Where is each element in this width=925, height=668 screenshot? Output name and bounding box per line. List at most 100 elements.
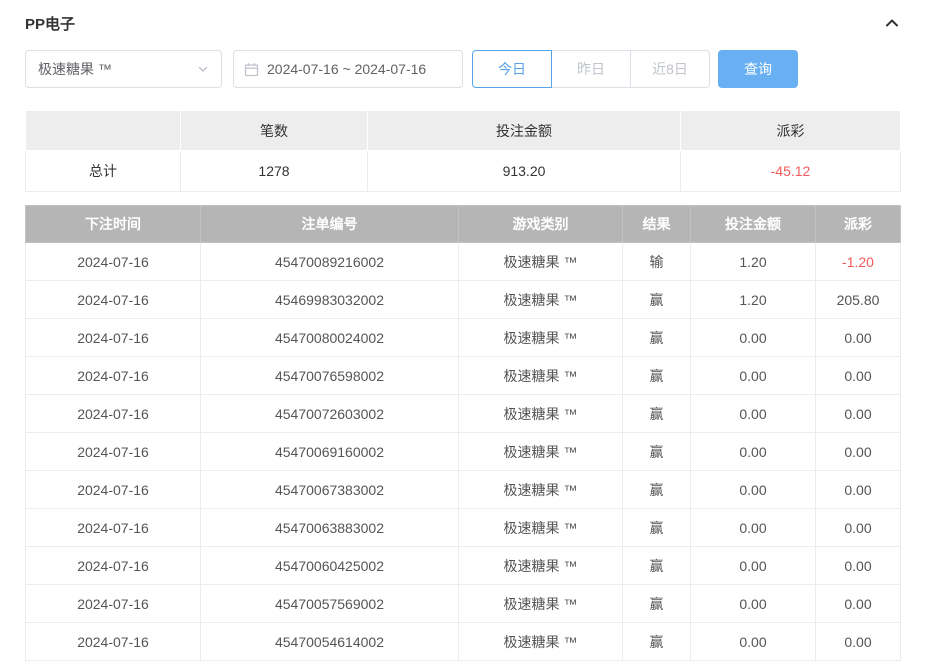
bets-table: 下注时间 注单编号 游戏类别 结果 投注金额 派彩 2024-07-164547… [25,205,901,661]
cell-bet: 0.00 [691,319,816,357]
table-row: 2024-07-1645470057569002极速糖果 ™赢0.000.00 [26,585,901,623]
game-select[interactable]: 极速糖果 ™ [25,50,222,88]
header-payout: 派彩 [816,206,901,243]
cell-payout: 0.00 [816,433,901,471]
cell-date: 2024-07-16 [26,471,201,509]
cell-result: 输 [623,243,691,281]
cell-payout: 0.00 [816,623,901,661]
cell-game: 极速糖果 ™ [459,623,623,661]
cell-game: 极速糖果 ™ [459,357,623,395]
cell-bet: 0.00 [691,433,816,471]
cell-result: 赢 [623,585,691,623]
cell-game: 极速糖果 ™ [459,243,623,281]
cell-game: 极速糖果 ™ [459,433,623,471]
header-bet-amount: 投注金额 [691,206,816,243]
last-8-days-button[interactable]: 近8日 [630,50,710,88]
cell-payout: 0.00 [816,319,901,357]
bets-header-row: 下注时间 注单编号 游戏类别 结果 投注金额 派彩 [26,206,901,243]
cell-bet: 0.00 [691,623,816,661]
cell-result: 赢 [623,281,691,319]
cell-date: 2024-07-16 [26,281,201,319]
summary-total-row: 总计 1278 913.20 -45.12 [26,151,901,192]
cell-game: 极速糖果 ™ [459,395,623,433]
cell-date: 2024-07-16 [26,433,201,471]
chevron-up-icon [884,15,900,31]
yesterday-button[interactable]: 昨日 [551,50,631,88]
calendar-icon [244,62,259,77]
cell-order_id: 45469983032002 [201,281,459,319]
today-button[interactable]: 今日 [472,50,552,88]
cell-order_id: 45470089216002 [201,243,459,281]
cell-order_id: 45470076598002 [201,357,459,395]
collapse-panel-button[interactable] [884,15,900,31]
date-range-picker[interactable]: 2024-07-16 ~ 2024-07-16 [233,50,463,88]
summary-header-count: 笔数 [181,111,368,151]
cell-order_id: 45470069160002 [201,433,459,471]
cell-game: 极速糖果 ™ [459,585,623,623]
date-range-value: 2024-07-16 ~ 2024-07-16 [267,61,426,77]
table-row: 2024-07-1645470060425002极速糖果 ™赢0.000.00 [26,547,901,585]
summary-payout-value: -45.12 [681,151,901,192]
cell-result: 赢 [623,509,691,547]
cell-game: 极速糖果 ™ [459,281,623,319]
cell-payout: 0.00 [816,357,901,395]
cell-bet: 0.00 [691,585,816,623]
cell-order_id: 45470072603002 [201,395,459,433]
cell-payout: 0.00 [816,547,901,585]
cell-game: 极速糖果 ™ [459,547,623,585]
game-select-value: 极速糖果 ™ [38,59,112,79]
table-row: 2024-07-1645469983032002极速糖果 ™赢1.20205.8… [26,281,901,319]
cell-bet: 1.20 [691,281,816,319]
table-row: 2024-07-1645470072603002极速糖果 ™赢0.000.00 [26,395,901,433]
cell-payout: -1.20 [816,243,901,281]
cell-order_id: 45470063883002 [201,509,459,547]
cell-result: 赢 [623,319,691,357]
table-row: 2024-07-1645470069160002极速糖果 ™赢0.000.00 [26,433,901,471]
cell-result: 赢 [623,357,691,395]
summary-total-label: 总计 [26,151,181,192]
table-row: 2024-07-1645470089216002极速糖果 ™输1.20-1.20 [26,243,901,281]
table-row: 2024-07-1645470067383002极速糖果 ™赢0.000.00 [26,471,901,509]
cell-date: 2024-07-16 [26,243,201,281]
cell-game: 极速糖果 ™ [459,471,623,509]
table-row: 2024-07-1645470054614002极速糖果 ™赢0.000.00 [26,623,901,661]
summary-count-value: 1278 [181,151,368,192]
cell-date: 2024-07-16 [26,395,201,433]
panel-header: PP电子 [25,0,900,34]
cell-order_id: 45470057569002 [201,585,459,623]
search-button[interactable]: 查询 [718,50,798,88]
cell-bet: 0.00 [691,395,816,433]
cell-date: 2024-07-16 [26,319,201,357]
cell-result: 赢 [623,623,691,661]
header-bet-time: 下注时间 [26,206,201,243]
summary-bet-value: 913.20 [368,151,681,192]
cell-order_id: 45470060425002 [201,547,459,585]
cell-result: 赢 [623,471,691,509]
cell-date: 2024-07-16 [26,547,201,585]
summary-header-empty [26,111,181,151]
cell-result: 赢 [623,395,691,433]
cell-order_id: 45470080024002 [201,319,459,357]
filter-bar: 极速糖果 ™ 2024-07-16 ~ 2024-07-16 今日 昨日 近8日… [25,50,900,88]
cell-bet: 0.00 [691,471,816,509]
cell-game: 极速糖果 ™ [459,509,623,547]
cell-date: 2024-07-16 [26,509,201,547]
cell-result: 赢 [623,433,691,471]
cell-payout: 205.80 [816,281,901,319]
summary-header-row: 笔数 投注金额 派彩 [26,111,901,151]
cell-bet: 0.00 [691,357,816,395]
table-row: 2024-07-1645470063883002极速糖果 ™赢0.000.00 [26,509,901,547]
cell-bet: 0.00 [691,547,816,585]
cell-payout: 0.00 [816,585,901,623]
cell-bet: 1.20 [691,243,816,281]
table-row: 2024-07-1645470076598002极速糖果 ™赢0.000.00 [26,357,901,395]
page-title: PP电子 [25,13,75,34]
cell-order_id: 45470067383002 [201,471,459,509]
quick-range-button-group: 今日 昨日 近8日 [472,50,710,88]
cell-bet: 0.00 [691,509,816,547]
header-result: 结果 [623,206,691,243]
header-game-type: 游戏类别 [459,206,623,243]
cell-payout: 0.00 [816,471,901,509]
chevron-down-icon [197,63,209,75]
cell-date: 2024-07-16 [26,585,201,623]
